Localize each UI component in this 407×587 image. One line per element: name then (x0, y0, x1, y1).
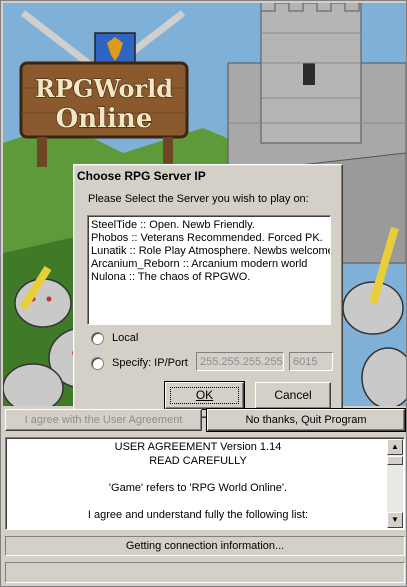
cancel-button[interactable]: Cancel (255, 382, 331, 409)
specify-radio-label: Specify: IP/Port (112, 357, 188, 369)
agreement-line: I agree and understand fully the followi… (87, 508, 309, 521)
agreement-line (8, 495, 388, 509)
specify-option[interactable]: Specify: IP/Port (91, 355, 188, 371)
agree-button[interactable]: I agree with the User Agreement (5, 409, 202, 431)
dialog-title: Choose RPG Server IP (77, 169, 206, 183)
cancel-button-label: Cancel (274, 388, 312, 402)
server-dialog: Choose RPG Server IP Please Select the S… (73, 164, 343, 418)
agreement-textbox[interactable]: USER AGREEMENT Version 1.14 READ CAREFUL… (5, 437, 405, 530)
server-item-steeltide[interactable]: SteelTide :: Open. Newb Friendly. (91, 219, 327, 232)
progress-bar (5, 562, 405, 583)
agree-button-label: I agree with the User Agreement (24, 414, 183, 426)
logo-line2: Online (56, 104, 153, 134)
server-item-arcanium-reborn[interactable]: Arcanium_Reborn :: Arcanium modern world (91, 258, 327, 271)
local-option[interactable]: Local (91, 330, 138, 346)
server-item-lunatik[interactable]: Lunatik :: Role Play Atmosphere. Newbs w… (91, 245, 330, 258)
server-item-phobos[interactable]: Phobos :: Veterans Recommended. Forced P… (91, 232, 327, 245)
chevron-up-icon: ▲ (391, 442, 399, 451)
chevron-down-icon: ▼ (391, 515, 399, 524)
scroll-up-button[interactable]: ▲ (387, 439, 403, 455)
status-bar: Getting connection information... (5, 536, 405, 556)
local-radio-label: Local (112, 332, 139, 344)
agreement-line: USER AGREEMENT Version 1.14 (114, 441, 282, 453)
logo-line1: RPGWorld (35, 74, 173, 103)
port-field[interactable]: 6015 (289, 352, 333, 371)
server-list[interactable]: SteelTide :: Open. Newb Friendly. Phobos… (87, 215, 331, 325)
ip-field[interactable]: 255.255.255.255 (196, 352, 284, 371)
dialog-prompt: Please Select the Server you wish to pla… (88, 193, 309, 205)
scroll-down-button[interactable]: ▼ (387, 512, 403, 528)
quit-button-label: No thanks, Quit Program (245, 414, 367, 426)
server-item-nulona[interactable]: Nulona :: The chaos of RPGWO. (91, 271, 327, 284)
specify-radio[interactable] (91, 356, 104, 370)
main-window: RPGWorld Online Choose RPG Server IP Ple… (0, 0, 407, 587)
agreement-text: USER AGREEMENT Version 1.14 READ CAREFUL… (8, 441, 388, 522)
ok-button[interactable]: OK (164, 381, 245, 410)
agreement-line: READ CAREFULLY (149, 454, 247, 467)
agreement-line (8, 468, 388, 482)
agreement-scrollbar[interactable]: ▲ ▼ (387, 439, 403, 528)
ok-button-label: OK (195, 388, 214, 402)
quit-button[interactable]: No thanks, Quit Program (206, 408, 406, 432)
local-radio[interactable] (91, 331, 104, 345)
status-text: Getting connection information... (125, 540, 285, 552)
agreement-line: 'Game' refers to 'RPG World Online'. (108, 481, 288, 494)
scroll-thumb[interactable] (387, 456, 403, 465)
